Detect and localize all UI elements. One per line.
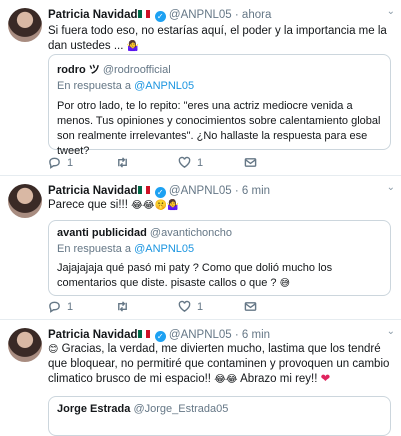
quoted-tweet-body: Por otro lado, te lo repito: "eres una a… <box>57 100 381 157</box>
reply-context: En respuesta a @ANPNL05 <box>57 243 194 255</box>
like-count: 1 <box>197 300 204 313</box>
quoted-tweet-header: avanti publicidad @avantichoncho <box>57 227 232 239</box>
tweet[interactable]: Patricia Navidad ✓ @ANPNL05 · ahora ⌄ Si… <box>0 0 401 176</box>
verified-icon: ✓ <box>154 11 166 22</box>
quoted-tweet-header: Jorge Estrada @Jorge_Estrada05 <box>57 403 228 415</box>
reply-to-link[interactable]: @ANPNL05 <box>134 80 194 92</box>
reply-count: 1 <box>67 156 74 169</box>
retweet-button[interactable] <box>116 156 135 169</box>
mexico-flag-icon <box>138 186 151 194</box>
quoted-tweet-header: rodro ツ @rodroofficial <box>57 61 171 77</box>
timestamp[interactable]: · ahora <box>235 9 271 21</box>
author-name[interactable]: Patricia Navidad <box>48 185 137 197</box>
reply-prefix: En respuesta a <box>57 80 131 92</box>
retweet-button[interactable] <box>116 300 135 313</box>
like-count: 1 <box>197 156 204 169</box>
quoted-author-name: rodro ツ <box>57 64 100 76</box>
timestamp[interactable]: · 6 min <box>235 329 270 341</box>
chevron-down-icon[interactable]: ⌄ <box>387 6 395 17</box>
quoted-tweet-body: Jajajajaja qué pasó mi paty ? Como que d… <box>57 261 384 291</box>
heart-icon <box>178 156 191 168</box>
emoji: 😂😂 <box>214 374 238 385</box>
reply-button[interactable]: 1 <box>48 300 73 313</box>
envelope-icon <box>244 158 257 167</box>
reply-prefix: En respuesta a <box>57 243 131 255</box>
tweet-text-tail: Abrazo mi rey!! <box>240 373 318 385</box>
quoted-author-handle: @avantichoncho <box>149 227 233 239</box>
like-button[interactable]: 1 <box>178 300 203 313</box>
emoji: 🤷‍♀️ <box>126 41 140 52</box>
tweet-text-body: Parece que si!!! <box>48 199 128 211</box>
avatar[interactable] <box>8 184 42 218</box>
tweet-header: Patricia Navidad ✓ @ANPNL05 · 6 min <box>48 328 270 342</box>
quoted-tweet-text: Jajajajaja qué pasó mi paty ? Como que d… <box>57 262 333 289</box>
author-handle[interactable]: @ANPNL05 <box>169 185 232 197</box>
reply-icon <box>49 301 60 313</box>
author-handle[interactable]: @ANPNL05 <box>169 329 232 341</box>
avatar[interactable] <box>8 8 42 42</box>
timestamp[interactable]: · 6 min <box>235 185 270 197</box>
red-heart-icon: ❤ <box>320 373 331 385</box>
mexico-flag-icon <box>138 330 151 338</box>
dm-button[interactable] <box>244 156 257 169</box>
chevron-down-icon[interactable]: ⌄ <box>387 182 395 193</box>
tweet-text: 😊 Gracias, la verdad, me divierten mucho… <box>48 342 391 387</box>
tweet-text: Si fuera todo eso, no estarías aquí, el … <box>48 24 391 54</box>
avatar[interactable] <box>8 328 42 362</box>
reply-to-link[interactable]: @ANPNL05 <box>134 243 194 255</box>
verified-icon: ✓ <box>154 187 166 198</box>
author-handle[interactable]: @ANPNL05 <box>169 9 232 21</box>
heart-icon <box>178 300 191 312</box>
quoted-author-handle: @rodroofficial <box>102 64 171 76</box>
reply-count: 1 <box>67 300 74 313</box>
reply-button[interactable]: 1 <box>48 156 73 169</box>
tweet-text-body: Si fuera todo eso, no estarías aquí, el … <box>48 25 387 52</box>
chevron-down-icon[interactable]: ⌄ <box>387 326 395 337</box>
dm-button[interactable] <box>244 300 257 313</box>
emoji: 😊 <box>48 344 59 355</box>
tweet-header: Patricia Navidad ✓ @ANPNL05 · ahora <box>48 8 271 22</box>
verified-icon: ✓ <box>154 331 166 342</box>
envelope-icon <box>244 302 257 311</box>
like-button[interactable]: 1 <box>178 156 203 169</box>
retweet-icon <box>118 157 127 168</box>
retweet-icon <box>118 301 127 312</box>
quoted-author-handle: @Jorge_Estrada05 <box>133 403 229 415</box>
quoted-author-name: Jorge Estrada <box>57 403 131 415</box>
tweet[interactable]: Patricia Navidad ✓ @ANPNL05 · 6 min ⌄ Pa… <box>0 176 401 320</box>
emoji: 😅 <box>279 278 291 289</box>
mexico-flag-icon <box>138 10 151 18</box>
tweet-text: Parece que si!!! 😂😂🤫🤷‍♀️ <box>48 198 391 213</box>
tweet[interactable]: Patricia Navidad ✓ @ANPNL05 · 6 min ⌄ 😊 … <box>0 320 401 436</box>
emoji: 😂😂🤫🤷‍♀️ <box>131 200 180 211</box>
quoted-tweet[interactable]: avanti publicidad @avantichoncho En resp… <box>48 220 391 296</box>
author-name[interactable]: Patricia Navidad <box>48 329 137 341</box>
quoted-tweet[interactable]: Jorge Estrada @Jorge_Estrada05 <box>48 396 391 436</box>
quoted-tweet[interactable]: rodro ツ @rodroofficial En respuesta a @A… <box>48 54 391 157</box>
tweet-actions: 1 1 <box>48 300 391 314</box>
reply-icon <box>49 157 60 169</box>
reply-context: En respuesta a @ANPNL05 <box>57 80 194 92</box>
tweet-header: Patricia Navidad ✓ @ANPNL05 · 6 min <box>48 184 270 198</box>
tweet-actions: 1 1 <box>48 156 391 170</box>
author-name[interactable]: Patricia Navidad <box>48 9 137 21</box>
quoted-author-name: avanti publicidad <box>57 227 147 239</box>
